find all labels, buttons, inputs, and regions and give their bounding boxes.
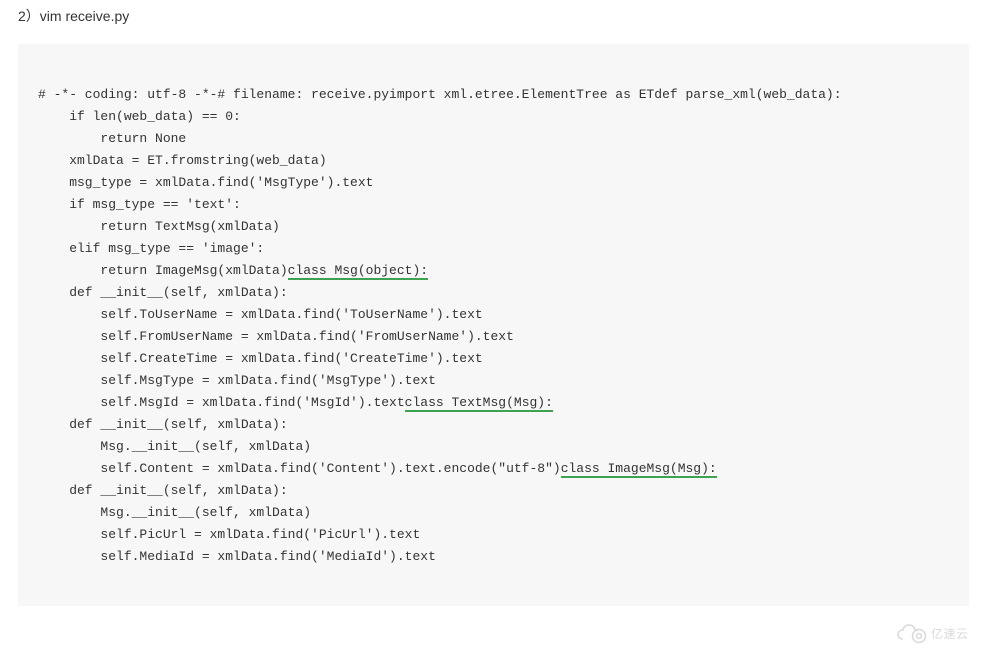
code-line: msg_type = xmlData.find('MsgType').text <box>38 175 373 190</box>
class-decl-textmsg: class TextMsg(Msg): <box>405 395 553 412</box>
code-line: return ImageMsg(xmlData) <box>38 263 288 278</box>
class-decl-imagemsg: class ImageMsg(Msg): <box>561 461 717 478</box>
code-line: self.PicUrl = xmlData.find('PicUrl').tex… <box>38 527 420 542</box>
code-line: def __init__(self, xmlData): <box>38 285 288 300</box>
code-line: self.Content = xmlData.find('Content').t… <box>38 461 561 476</box>
class-decl-msg: class Msg(object): <box>288 263 428 280</box>
code-line: Msg.__init__(self, xmlData) <box>38 439 311 454</box>
code-line: def __init__(self, xmlData): <box>38 483 288 498</box>
watermark: 亿速云 <box>895 615 981 651</box>
code-block: # -*- coding: utf-8 -*-# filename: recei… <box>18 44 969 606</box>
code-line: return TextMsg(xmlData) <box>38 219 280 234</box>
code-line: if len(web_data) == 0: <box>38 109 241 124</box>
code-line: self.MediaId = xmlData.find('MediaId').t… <box>38 549 436 564</box>
code-line: self.CreateTime = xmlData.find('CreateTi… <box>38 351 483 366</box>
code-line: # -*- coding: utf-8 -*-# filename: recei… <box>38 87 842 102</box>
section-heading: 2）vim receive.py <box>0 0 987 34</box>
watermark-text: 亿速云 <box>931 625 969 642</box>
code-line: xmlData = ET.fromstring(web_data) <box>38 153 327 168</box>
code-line: return None <box>38 131 186 146</box>
code-line: def __init__(self, xmlData): <box>38 417 288 432</box>
code-line: self.FromUserName = xmlData.find('FromUs… <box>38 329 514 344</box>
code-line: self.MsgId = xmlData.find('MsgId').text <box>38 395 405 410</box>
code-line: self.MsgType = xmlData.find('MsgType').t… <box>38 373 436 388</box>
cloud-icon <box>895 622 929 644</box>
code-line: self.ToUserName = xmlData.find('ToUserNa… <box>38 307 483 322</box>
code-line: elif msg_type == 'image': <box>38 241 264 256</box>
code-line: if msg_type == 'text': <box>38 197 241 212</box>
code-line: Msg.__init__(self, xmlData) <box>38 505 311 520</box>
